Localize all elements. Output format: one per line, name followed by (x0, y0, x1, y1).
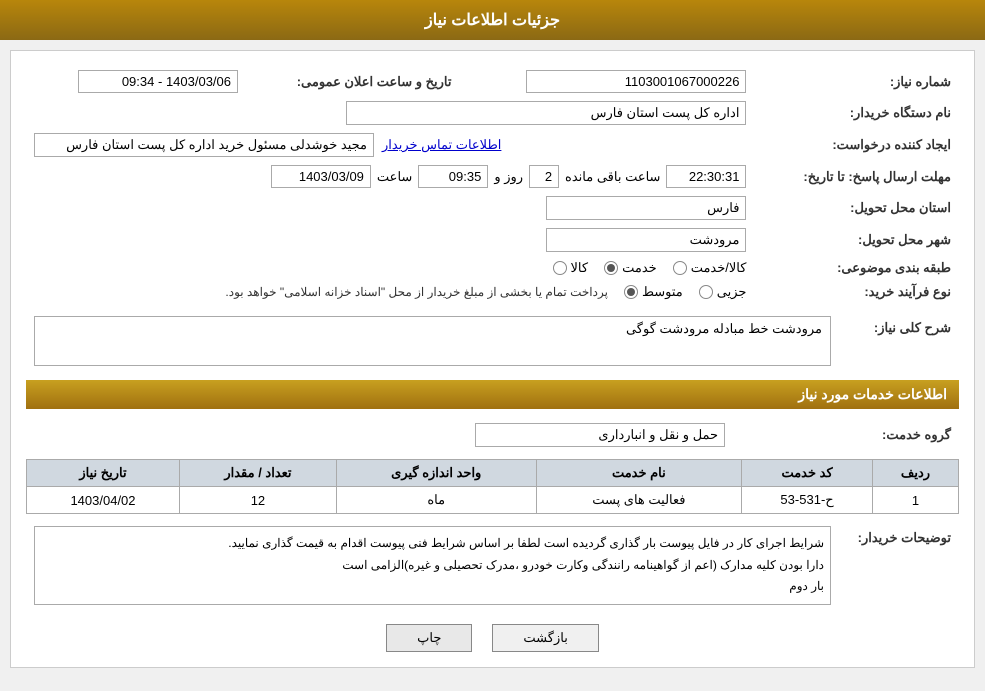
cell-unit: ماه (336, 487, 536, 514)
org-name-value: اداره کل پست استان فارس (346, 101, 746, 125)
response-time-value: 09:35 (418, 165, 488, 188)
services-section-title: اطلاعات خدمات مورد نیاز (26, 380, 959, 409)
cell-service-name: فعالیت های پست (536, 487, 742, 514)
table-row: 1 ح-531-53 فعالیت های پست ماه 12 1403/04… (27, 487, 959, 514)
need-description-table: شرح کلی نیاز: مرودشت خط مبادله مرودشت گو… (26, 312, 959, 370)
response-day-label: روز و (494, 169, 523, 185)
purchase-type-motavaset[interactable]: متوسط (624, 284, 683, 300)
print-button[interactable]: چاپ (386, 624, 472, 652)
city-label: شهر محل تحویل: (754, 224, 959, 256)
remaining-time-label: ساعت باقی مانده (565, 169, 660, 185)
purchase-type-jozi[interactable]: جزیی (699, 284, 747, 300)
purchase-type-label: نوع فرآیند خرید: (754, 280, 959, 304)
org-name-label: نام دستگاه خریدار: (754, 97, 959, 129)
back-button[interactable]: بازگشت (492, 624, 598, 652)
category-radio-khedmat[interactable] (604, 261, 618, 275)
category-radio-kala[interactable] (553, 261, 567, 275)
page-header: جزئیات اطلاعات نیاز (0, 0, 985, 40)
col-unit: واحد اندازه گیری (336, 460, 536, 487)
province-label: استان محل تحویل: (754, 192, 959, 224)
category-radio-kala-khedmat[interactable] (673, 261, 687, 275)
col-service-name: نام خدمت (536, 460, 742, 487)
category-label-kala: کالا (571, 260, 589, 276)
col-service-code: کد خدمت (742, 460, 873, 487)
need-number-label: شماره نیاز: (754, 66, 959, 97)
creator-value: مجید خوشدلی مسئول خرید اداره کل پست استا… (34, 133, 374, 157)
creator-contact-link[interactable]: اطلاعات تماس خریدار (382, 137, 501, 153)
response-deadline-label: مهلت ارسال پاسخ: تا تاریخ: (754, 161, 959, 192)
buyer-notes-value: شرایط اجرای کار در فایل پیوست بار گذاری … (34, 526, 831, 605)
category-option-kala[interactable]: کالا (553, 260, 589, 276)
purchase-type-motavaset-label: متوسط (642, 284, 683, 300)
cell-service-code: ح-531-53 (742, 487, 873, 514)
col-row: ردیف (873, 460, 959, 487)
remaining-time-value: 22:30:31 (666, 165, 746, 188)
page-title: جزئیات اطلاعات نیاز (425, 12, 560, 29)
response-date-value: 1403/03/09 (271, 165, 371, 188)
service-group-label: گروه خدمت: (733, 419, 959, 451)
need-description-label: شرح کلی نیاز: (839, 312, 959, 370)
main-content: شماره نیاز: 1103001067000226 تاریخ و ساع… (10, 50, 975, 668)
page-wrapper: جزئیات اطلاعات نیاز شماره نیاز: 11030010… (0, 0, 985, 668)
response-time-label: ساعت (377, 169, 412, 185)
category-label-khedmat: خدمت (622, 260, 657, 276)
purchase-type-jozi-label: جزیی (717, 284, 747, 300)
buyer-notes-label: توضیحات خریدار: (839, 522, 959, 609)
category-option-kala-khedmat[interactable]: کالا/خدمت (673, 260, 747, 276)
basic-info-table: شماره نیاز: 1103001067000226 تاریخ و ساع… (26, 66, 959, 304)
buyer-notes-table: توضیحات خریدار: شرایط اجرای کار در فایل … (26, 522, 959, 609)
purchase-type-note: پرداخت تمام یا بخشی از مبلغ خریدار از مح… (225, 285, 608, 299)
response-day-value: 2 (529, 165, 559, 188)
category-label-kala-khedmat: کالا/خدمت (691, 260, 747, 276)
button-row: بازگشت چاپ (26, 624, 959, 652)
province-value: فارس (546, 196, 746, 220)
purchase-radio-motavaset[interactable] (624, 285, 638, 299)
city-value: مرودشت (546, 228, 746, 252)
need-number-value: 1103001067000226 (526, 70, 746, 93)
need-description-value: مرودشت خط مبادله مرودشت گوگی (34, 316, 831, 366)
announce-date-label: تاریخ و ساعت اعلان عمومی: (246, 66, 459, 97)
cell-quantity: 12 (179, 487, 336, 514)
announce-date-value: 1403/03/06 - 09:34 (78, 70, 238, 93)
cell-date: 1403/04/02 (27, 487, 180, 514)
services-table: ردیف کد خدمت نام خدمت واحد اندازه گیری ت… (26, 459, 959, 514)
service-group-table: گروه خدمت: حمل و نقل و انبارداری (26, 419, 959, 451)
cell-row: 1 (873, 487, 959, 514)
col-date: تاریخ نیاز (27, 460, 180, 487)
service-group-value: حمل و نقل و انبارداری (475, 423, 725, 447)
col-quantity: تعداد / مقدار (179, 460, 336, 487)
category-option-khedmat[interactable]: خدمت (604, 260, 657, 276)
category-label: طبقه بندی موضوعی: (754, 256, 959, 280)
creator-label: ایجاد کننده درخواست: (754, 129, 959, 161)
purchase-radio-jozi[interactable] (699, 285, 713, 299)
